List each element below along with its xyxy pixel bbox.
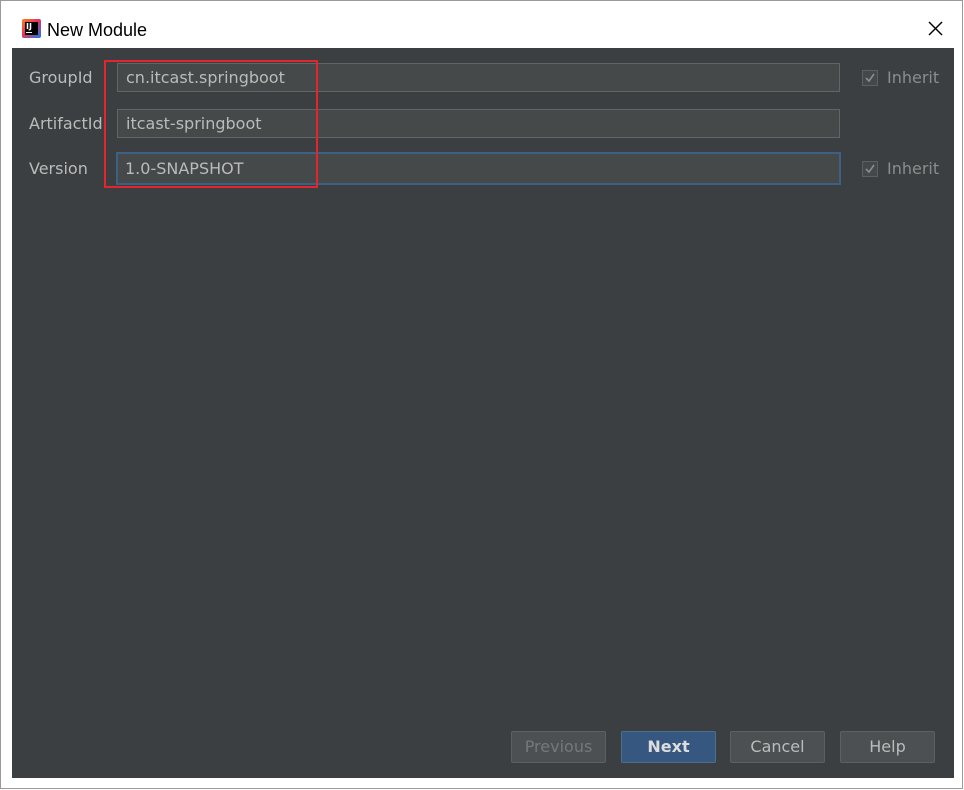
title-bar[interactable]: IJ New Module [1,1,962,47]
intellij-app-icon: IJ [22,19,41,38]
version-label: Version [29,159,88,178]
groupid-inherit-label: Inherit [887,68,940,87]
window-title: New Module [47,20,148,40]
next-button[interactable]: Next [621,731,716,763]
previous-button[interactable]: Previous [511,731,606,763]
new-module-window: IJ New Module GroupId Inherit ArtifactId… [0,0,963,789]
help-button[interactable]: Help [840,731,935,763]
check-icon [865,73,875,83]
dialog-content: GroupId Inherit ArtifactId Version Inher… [12,48,954,778]
version-inherit-label: Inherit [887,159,940,178]
cancel-button[interactable]: Cancel [730,731,825,763]
version-inherit-checkbox[interactable] [862,161,878,177]
groupid-label: GroupId [29,68,93,87]
check-icon [865,164,875,174]
close-icon[interactable] [924,17,948,41]
artifactid-label: ArtifactId [29,114,103,133]
annotation-highlight-box [104,60,318,188]
groupid-inherit-checkbox[interactable] [862,70,878,86]
